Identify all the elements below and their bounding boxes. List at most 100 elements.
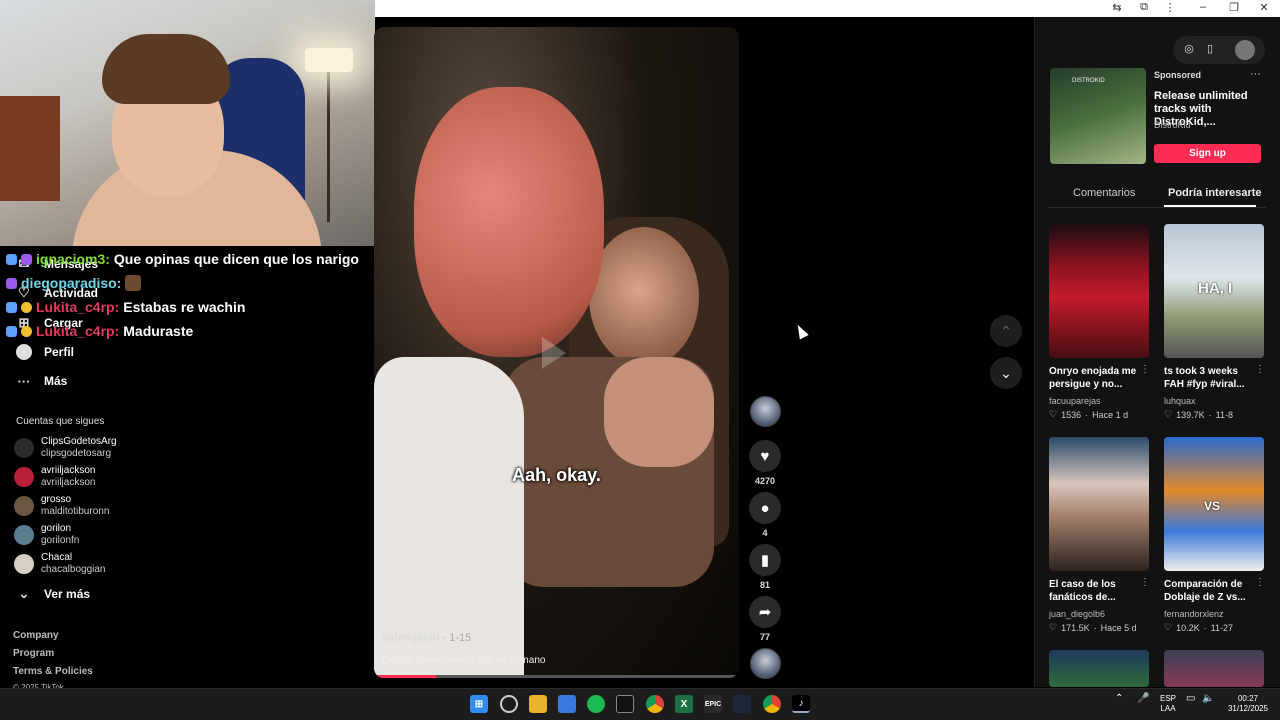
device-icon[interactable]: ▯ — [1202, 42, 1218, 58]
webcam-person-hair — [102, 34, 230, 104]
see-more-button[interactable]: ⌄ Ver más — [16, 583, 91, 605]
steam-icon[interactable] — [733, 695, 751, 713]
nav-item-more[interactable]: ··· Más — [16, 370, 68, 392]
previous-video-button[interactable]: ⌃ — [990, 315, 1022, 347]
ad-signup-button[interactable]: Sign up — [1154, 144, 1261, 163]
translate-icon[interactable]: ⇆ — [1105, 1, 1129, 14]
ad-more-icon[interactable]: ··· — [1250, 68, 1261, 80]
play-icon[interactable] — [542, 337, 566, 369]
tab-you-may-like[interactable]: Podría interesarte — [1168, 187, 1262, 199]
share-count: 77 — [759, 632, 770, 642]
chevron-down-icon: ⌄ — [1000, 364, 1012, 381]
footer-program-link[interactable]: Program — [13, 648, 54, 659]
file-explorer-icon[interactable] — [529, 695, 547, 713]
account-avatar — [14, 438, 34, 458]
save-button[interactable]: ▮ — [749, 544, 781, 576]
video-card-title[interactable]: Comparación de Doblaje de Z vs... — [1164, 578, 1256, 604]
video-progress-bar[interactable] — [374, 675, 739, 678]
spotify-icon[interactable] — [587, 695, 605, 713]
music-disc-icon[interactable] — [750, 648, 781, 679]
store-icon[interactable] — [558, 695, 576, 713]
video-card-date: 11-8 — [1215, 409, 1233, 420]
comment-button[interactable]: ● — [749, 492, 781, 524]
coin-icon[interactable]: ◎ — [1181, 42, 1197, 58]
footer-terms-link[interactable]: Terms & Policies — [13, 666, 93, 677]
video-figure-hand — [604, 357, 714, 467]
restore-icon[interactable]: ❐ — [1222, 1, 1246, 14]
clock[interactable]: 00:27 31/12/2025 — [1220, 694, 1276, 714]
footer-company-link[interactable]: Company — [13, 630, 59, 641]
card-more-icon[interactable]: ⋮ — [1255, 364, 1265, 375]
extensions-icon[interactable]: ⧉ — [1132, 1, 1156, 14]
language-indicator[interactable]: ESP LAA — [1157, 694, 1179, 714]
epic-games-icon[interactable]: EPIC — [704, 695, 722, 713]
chat-username: ignaciom3: — [36, 251, 110, 267]
card-more-icon[interactable]: ⋮ — [1140, 577, 1150, 588]
video-card-author[interactable]: luhquax — [1164, 396, 1196, 406]
share-button[interactable]: ➦ — [749, 596, 781, 628]
account-text: Chacal chacalboggian — [41, 552, 106, 576]
network-icon[interactable]: ▭ — [1186, 694, 1195, 704]
card-thumb-text: HA, I — [1198, 280, 1233, 297]
smile-badge-icon — [21, 301, 32, 313]
volume-icon[interactable]: 🔈 — [1202, 694, 1214, 704]
video-author-name[interactable]: valenganin — [382, 632, 439, 644]
ad-thumbnail[interactable]: DISTROKID — [1050, 68, 1146, 164]
video-card-thumbnail[interactable]: HA, I — [1164, 224, 1264, 358]
following-account[interactable]: Chacal chacalboggian — [14, 550, 106, 578]
like-button[interactable]: ♥ — [749, 440, 781, 472]
start-menu-icon[interactable]: ⊞ — [470, 695, 488, 713]
account-avatar — [14, 554, 34, 574]
video-card-author[interactable]: facuuparejas — [1049, 396, 1101, 406]
video-card-title[interactable]: El caso de los fanáticos de... — [1049, 578, 1141, 604]
heart-outline-icon: ♡ — [1049, 622, 1058, 632]
video-card-stats: ♡ 171.5K · Hace 5 d — [1049, 622, 1137, 633]
tray-chevron-icon[interactable]: ⌃ — [1115, 694, 1123, 704]
more-icon: ··· — [17, 373, 31, 389]
video-card-author[interactable]: juan_diegolb6 — [1049, 609, 1105, 619]
mouse-cursor — [793, 322, 809, 340]
video-card-likes: 139.7K — [1176, 409, 1205, 420]
following-account[interactable]: ClipsGodetosArg clipsgodetosarg — [14, 434, 117, 462]
following-account[interactable]: gorilon gorilonfn — [14, 521, 79, 549]
capcut-icon[interactable] — [616, 695, 634, 713]
video-card-thumbnail[interactable]: VS — [1164, 437, 1264, 571]
save-count: 81 — [759, 580, 770, 590]
video-card-title[interactable]: ts took 3 weeks FAH #fyp #viral... — [1164, 365, 1256, 391]
card-more-icon[interactable]: ⋮ — [1140, 364, 1150, 375]
video-card-thumbnail[interactable] — [1049, 437, 1149, 571]
clock-time: 00:27 — [1237, 694, 1259, 703]
following-account[interactable]: grosso malditotiburonn — [14, 492, 109, 520]
sword-badge-icon — [6, 325, 17, 337]
video-card-likes: 1536 — [1061, 409, 1082, 420]
chrome-profile-icon[interactable] — [763, 695, 781, 713]
minimize-icon[interactable]: – — [1191, 1, 1215, 13]
excel-icon[interactable]: X — [675, 695, 693, 713]
chrome-icon[interactable] — [646, 695, 664, 713]
following-account[interactable]: avriiljackson avriiljackson — [14, 463, 95, 491]
creator-avatar[interactable] — [750, 396, 781, 427]
copilot-icon[interactable] — [500, 695, 518, 713]
video-card-author[interactable]: fernandorxlenz — [1164, 609, 1224, 619]
next-video-button[interactable]: ⌄ — [990, 357, 1022, 389]
chat-text: Maduraste — [123, 323, 194, 339]
card-more-icon[interactable]: ⋮ — [1255, 577, 1265, 588]
video-author[interactable]: valenganin · 1-15 — [382, 632, 471, 644]
webcam-overlay — [0, 0, 375, 246]
video-card-thumbnail[interactable] — [1049, 650, 1149, 687]
nav-item-profile[interactable]: Perfil — [16, 341, 74, 363]
video-card-title[interactable]: Onryo enojada me persigue y no... — [1049, 365, 1141, 391]
heart-outline-icon: ♡ — [1164, 622, 1173, 632]
user-avatar[interactable] — [1235, 40, 1255, 60]
microphone-icon[interactable]: 🎤 — [1137, 694, 1149, 704]
close-icon[interactable]: ✕ — [1252, 1, 1276, 14]
video-figure-face — [589, 227, 699, 367]
browser-menu-icon[interactable]: ⋮ — [1158, 1, 1182, 14]
tab-comments[interactable]: Comentarios — [1073, 187, 1135, 199]
video-card-thumbnail[interactable] — [1164, 650, 1264, 687]
video-card-thumbnail[interactable] — [1049, 224, 1149, 358]
tiktok-icon[interactable]: ♪ — [792, 695, 810, 713]
following-title: Cuentas que sigues — [16, 416, 105, 427]
heart-outline-icon: ♡ — [1164, 409, 1173, 419]
video-player[interactable]: Aah, okay. valenganin · 1-15 Colidio dem… — [374, 27, 739, 678]
